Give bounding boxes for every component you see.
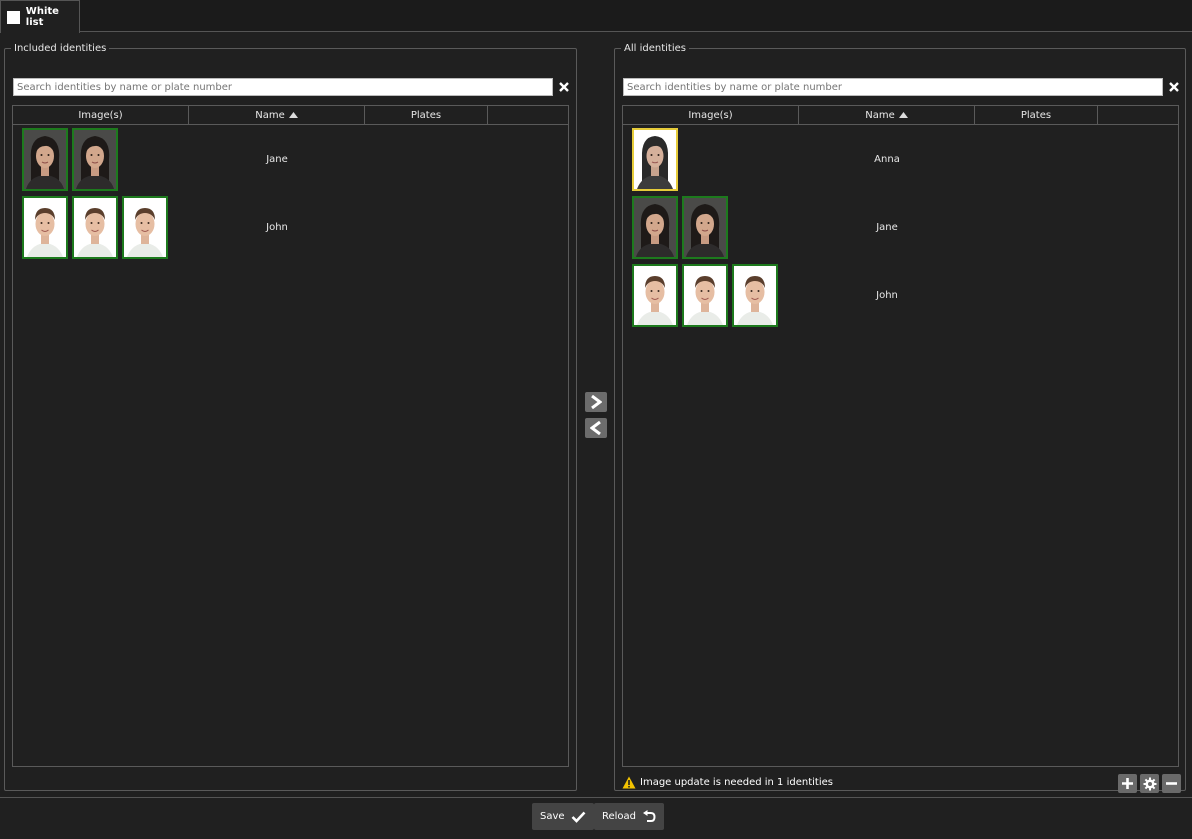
- status-text: Image update is needed in 1 identities: [640, 777, 833, 788]
- chevron-left-icon: [590, 421, 601, 435]
- warning-icon: [622, 776, 636, 789]
- row-name: John: [876, 289, 898, 301]
- all-search-row: [623, 78, 1183, 96]
- face-thumbnail[interactable]: [22, 127, 68, 191]
- row-images: [623, 127, 799, 191]
- identity-toolbar: [1118, 774, 1181, 793]
- remove-from-included-button[interactable]: [585, 418, 607, 438]
- clear-search-icon[interactable]: [1165, 78, 1183, 96]
- tab-bar: White list: [0, 0, 1192, 33]
- included-search-row: [13, 78, 573, 96]
- save-label: Save: [540, 811, 565, 822]
- all-search-input[interactable]: [623, 78, 1163, 96]
- column-header-images[interactable]: Image(s): [13, 106, 189, 124]
- table-row[interactable]: Jane: [623, 193, 1178, 261]
- face-thumbnail[interactable]: [732, 263, 778, 327]
- footer-bar: Save Reload: [0, 797, 1192, 839]
- tab-white-list[interactable]: White list: [0, 0, 80, 33]
- table-row[interactable]: Jane: [13, 125, 568, 193]
- minus-icon: [1166, 782, 1177, 785]
- table-header: Image(s) Name Plates: [623, 106, 1178, 125]
- sort-ascending-icon: [288, 112, 298, 118]
- column-header-name[interactable]: Name: [189, 106, 365, 124]
- face-thumbnail[interactable]: [682, 263, 728, 327]
- face-thumbnail[interactable]: [122, 195, 168, 259]
- face-thumbnail[interactable]: [632, 263, 678, 327]
- column-label: Plates: [410, 109, 442, 121]
- gear-icon: [1143, 777, 1156, 790]
- chevron-right-icon: [591, 395, 602, 409]
- face-thumbnail[interactable]: [22, 195, 68, 259]
- save-button[interactable]: Save: [532, 803, 594, 830]
- face-thumbnail[interactable]: [682, 195, 728, 259]
- column-label: Image(s): [688, 109, 733, 121]
- table-row[interactable]: John: [623, 261, 1178, 329]
- row-images: [13, 127, 189, 191]
- face-thumbnail[interactable]: [632, 195, 678, 259]
- row-images: [13, 195, 189, 259]
- undo-arrow-icon: [643, 810, 656, 822]
- column-label: Name: [255, 109, 285, 121]
- column-header-plates[interactable]: Plates: [975, 106, 1098, 124]
- included-identities-table: Image(s) Name Plates Jane John: [12, 105, 569, 767]
- row-name: John: [266, 221, 288, 233]
- all-identities-table: Image(s) Name Plates Anna Jane John: [622, 105, 1179, 767]
- edit-identity-button[interactable]: [1140, 774, 1159, 793]
- column-header-filler: [488, 106, 568, 124]
- column-header-filler: [1098, 106, 1178, 124]
- plus-icon: [1122, 778, 1133, 789]
- column-label: Plates: [1020, 109, 1052, 121]
- reload-label: Reload: [602, 811, 637, 822]
- column-header-images[interactable]: Image(s): [623, 106, 799, 124]
- add-to-included-button[interactable]: [585, 392, 607, 412]
- add-identity-button[interactable]: [1118, 774, 1137, 793]
- column-label: Name: [865, 109, 895, 121]
- checkmark-icon: [571, 811, 585, 823]
- row-name: Anna: [874, 153, 900, 165]
- table-header: Image(s) Name Plates: [13, 106, 568, 125]
- face-thumbnail[interactable]: [72, 195, 118, 259]
- remove-identity-button[interactable]: [1162, 774, 1181, 793]
- column-header-plates[interactable]: Plates: [365, 106, 488, 124]
- face-thumbnail[interactable]: [72, 127, 118, 191]
- tab-label: White list: [25, 6, 59, 28]
- included-identities-panel: Included identities Image(s) Name Plates…: [4, 43, 577, 791]
- reload-button[interactable]: Reload: [594, 803, 665, 830]
- row-name: Jane: [266, 153, 288, 165]
- table-row[interactable]: John: [13, 193, 568, 261]
- table-row[interactable]: Anna: [623, 125, 1178, 193]
- row-images: [623, 263, 799, 327]
- all-identities-panel: All identities Image(s) Name Plates Anna: [614, 43, 1186, 793]
- image-update-status: Image update is needed in 1 identities: [622, 776, 833, 789]
- column-label: Image(s): [78, 109, 123, 121]
- included-search-input[interactable]: [13, 78, 553, 96]
- column-header-name[interactable]: Name: [799, 106, 975, 124]
- row-name: Jane: [876, 221, 898, 233]
- sort-ascending-icon: [898, 112, 908, 118]
- tab-checkbox-icon: [7, 10, 20, 24]
- row-images: [623, 195, 799, 259]
- clear-search-icon[interactable]: [555, 78, 573, 96]
- all-identities-legend: All identities: [624, 43, 686, 54]
- included-identities-legend: Included identities: [14, 43, 107, 54]
- face-thumbnail[interactable]: [632, 127, 678, 191]
